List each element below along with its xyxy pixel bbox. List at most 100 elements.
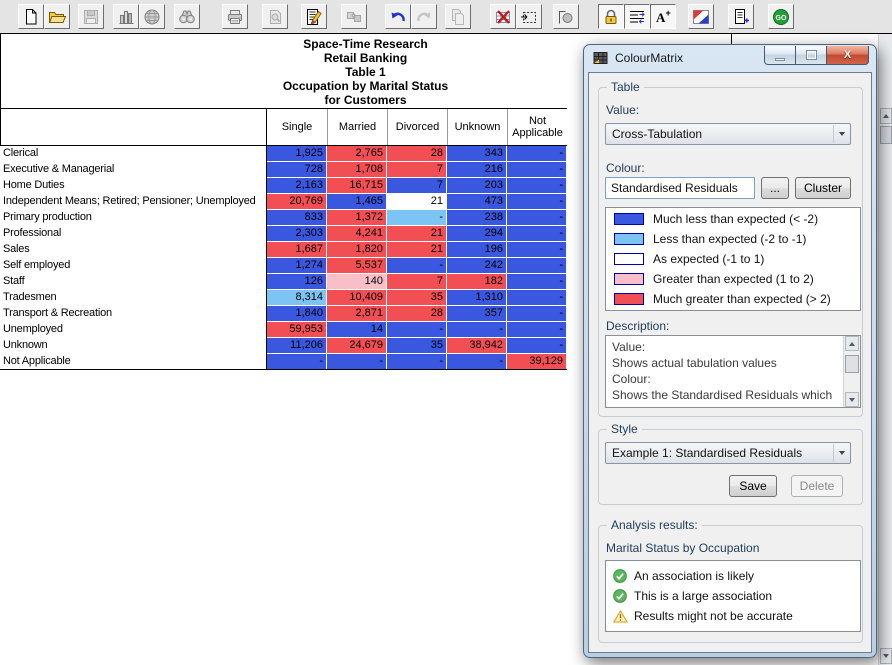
data-cell[interactable]: 294 xyxy=(447,226,507,242)
row-label[interactable]: Professional xyxy=(0,226,267,242)
lock-button[interactable] xyxy=(598,4,624,29)
new-report-button[interactable] xyxy=(728,4,754,29)
row-label[interactable]: Transport & Recreation xyxy=(0,306,267,322)
data-cell[interactable]: 1,310 xyxy=(447,290,507,306)
data-cell[interactable]: 35 xyxy=(387,290,447,306)
data-cell[interactable]: - xyxy=(507,210,567,226)
row-label[interactable]: Self employed xyxy=(0,258,267,274)
data-cell[interactable]: 238 xyxy=(447,210,507,226)
description-scroll-thumb[interactable] xyxy=(845,355,859,373)
data-cell[interactable]: 1,274 xyxy=(267,258,327,274)
data-cell[interactable]: 1,820 xyxy=(327,242,387,258)
open-file-button[interactable] xyxy=(44,4,70,29)
data-cell[interactable]: 38,942 xyxy=(447,338,507,354)
data-cell[interactable]: 7 xyxy=(387,274,447,290)
description-scroll-up-button[interactable] xyxy=(845,336,859,351)
style-dropdown[interactable]: Example 1: Standardised Residuals xyxy=(605,442,851,464)
legend-item[interactable]: Less than expected (-2 to -1) xyxy=(606,228,860,248)
browse-button[interactable]: ... xyxy=(761,177,789,199)
data-cell[interactable]: 8,314 xyxy=(267,290,327,306)
data-cell[interactable]: 28 xyxy=(387,306,447,322)
row-label[interactable]: Unknown xyxy=(0,338,267,354)
data-cell[interactable]: 39,129 xyxy=(507,354,567,370)
data-cell[interactable]: - xyxy=(387,258,447,274)
globe-button[interactable] xyxy=(139,4,165,29)
scroll-down-button[interactable] xyxy=(880,648,892,664)
row-label[interactable]: Clerical xyxy=(0,146,267,162)
data-cell[interactable]: 16,715 xyxy=(327,178,387,194)
data-cell[interactable]: 59,953 xyxy=(267,322,327,338)
data-cell[interactable]: 7 xyxy=(387,178,447,194)
colour-input[interactable] xyxy=(605,177,755,199)
row-label[interactable]: Unemployed xyxy=(0,322,267,338)
data-cell[interactable]: 833 xyxy=(267,210,327,226)
data-cell[interactable]: 1,840 xyxy=(267,306,327,322)
scroll-up-button[interactable] xyxy=(880,108,892,124)
data-cell[interactable]: 2,303 xyxy=(267,226,327,242)
column-header[interactable]: Divorced xyxy=(387,109,447,145)
row-label[interactable]: Executive & Managerial xyxy=(0,162,267,178)
recode-button[interactable] xyxy=(553,4,579,29)
column-header[interactable]: Single xyxy=(267,109,327,145)
new-document-button[interactable] xyxy=(18,4,44,29)
value-dropdown[interactable]: Cross-Tabulation xyxy=(605,123,851,145)
scroll-thumb[interactable] xyxy=(880,126,892,144)
dialog-titlebar[interactable]: ColourMatrix X xyxy=(584,45,876,71)
row-label[interactable]: Tradesmen xyxy=(0,290,267,306)
data-cell[interactable]: - xyxy=(267,354,327,370)
data-cell[interactable]: 216 xyxy=(447,162,507,178)
data-cell[interactable]: - xyxy=(507,274,567,290)
data-cell[interactable]: - xyxy=(387,322,447,338)
column-header[interactable]: Married xyxy=(327,109,387,145)
data-cell[interactable]: 357 xyxy=(447,306,507,322)
description-scroll-down-button[interactable] xyxy=(845,392,859,407)
data-cell[interactable]: 21 xyxy=(387,194,447,210)
data-cell[interactable]: - xyxy=(507,226,567,242)
colour-matrix-button[interactable] xyxy=(688,4,714,29)
close-button[interactable]: X xyxy=(827,46,869,65)
data-cell[interactable]: 1,465 xyxy=(327,194,387,210)
legend-item[interactable]: As expected (-1 to 1) xyxy=(606,248,860,268)
data-cell[interactable]: - xyxy=(507,322,567,338)
data-cell[interactable]: - xyxy=(507,258,567,274)
data-cell[interactable]: 343 xyxy=(447,146,507,162)
data-cell[interactable]: - xyxy=(507,290,567,306)
data-cell[interactable]: 10,409 xyxy=(327,290,387,306)
font-size-button[interactable]: A+ xyxy=(650,4,676,29)
print-button[interactable] xyxy=(222,4,248,29)
data-cell[interactable]: 35 xyxy=(387,338,447,354)
legend-item[interactable]: Greater than expected (1 to 2) xyxy=(606,268,860,288)
legend-item[interactable]: Much greater than expected (> 2) xyxy=(606,288,860,308)
data-cell[interactable]: 1,708 xyxy=(327,162,387,178)
data-cell[interactable]: 182 xyxy=(447,274,507,290)
data-cell[interactable]: 196 xyxy=(447,242,507,258)
data-cell[interactable]: 11,206 xyxy=(267,338,327,354)
row-label[interactable]: Not Applicable xyxy=(0,354,267,370)
data-cell[interactable]: - xyxy=(507,338,567,354)
data-cell[interactable]: 473 xyxy=(447,194,507,210)
find-button[interactable] xyxy=(174,4,200,29)
data-cell[interactable]: 21 xyxy=(387,226,447,242)
data-cell[interactable]: 2,871 xyxy=(327,306,387,322)
data-cell[interactable]: - xyxy=(507,146,567,162)
data-cell[interactable]: - xyxy=(507,162,567,178)
row-label[interactable]: Independent Means; Retired; Pensioner; U… xyxy=(0,194,267,210)
description-scrollbar[interactable] xyxy=(843,336,860,407)
bar-chart-button[interactable] xyxy=(113,4,139,29)
data-cell[interactable]: - xyxy=(447,322,507,338)
delete-table-button[interactable] xyxy=(490,4,516,29)
data-cell[interactable]: 242 xyxy=(447,258,507,274)
legend-item[interactable]: Much less than expected (< -2) xyxy=(606,208,860,228)
data-cell[interactable]: - xyxy=(507,306,567,322)
reshape-button[interactable] xyxy=(516,4,542,29)
data-cell[interactable]: - xyxy=(507,242,567,258)
data-cell[interactable]: - xyxy=(387,210,447,226)
cluster-button[interactable]: Cluster xyxy=(795,177,851,199)
edit-document-button[interactable] xyxy=(301,4,327,29)
data-cell[interactable]: - xyxy=(507,194,567,210)
go-button[interactable]: GO xyxy=(768,4,794,29)
data-cell[interactable]: 20,769 xyxy=(267,194,327,210)
row-label[interactable]: Staff xyxy=(0,274,267,290)
data-cell[interactable]: 728 xyxy=(267,162,327,178)
undo-button[interactable] xyxy=(385,4,411,29)
